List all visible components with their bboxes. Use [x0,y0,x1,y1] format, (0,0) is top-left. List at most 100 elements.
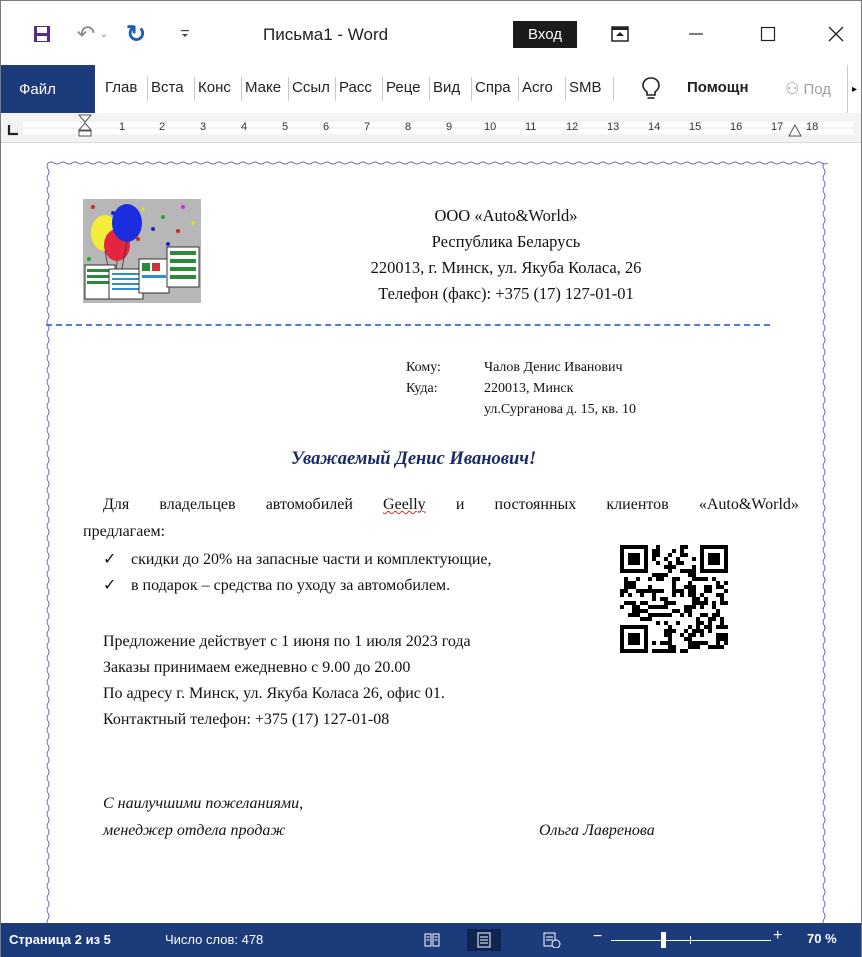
company-name: ООО «Auto&World» [434,206,578,225]
ruler-number: 1 [119,121,126,133]
intro-word: Для [103,496,130,513]
ribbon-tab-strip: Глав Вста Конс Маке Ссыл Расс Реце Вид С… [95,65,861,113]
save-icon[interactable] [31,19,53,49]
greeting-line: Уважаемый Денис Иванович! [291,449,537,469]
print-layout-icon[interactable] [467,929,501,951]
web-layout-icon[interactable] [535,929,569,951]
tab-insert[interactable]: Вста [151,79,191,96]
company-address: 220013, г. Минск, ул. Якуба Коласа, 26 [370,258,642,277]
recipient-city: 220013, Минск [484,381,574,396]
tab-references[interactable]: Ссыл [292,79,332,96]
right-indent-icon[interactable] [787,124,803,138]
zoom-out-button[interactable]: − [593,928,602,946]
tab-design[interactable]: Конс [198,79,238,96]
ruler-number: 17 [771,121,784,133]
ruler-number: 16 [730,121,743,133]
zoom-slider-thumb[interactable] [661,932,666,948]
ribbon-display-options-icon[interactable] [607,19,633,49]
tab-smb[interactable]: SMB [569,79,609,96]
tab-separator [471,77,472,101]
indent-marker-icon[interactable] [77,113,93,137]
tab-separator [147,77,148,101]
recipient-street: ул.Сурганова д. 15, кв. 10 [484,402,636,417]
zoom-in-button[interactable]: + [773,927,782,945]
maximize-icon[interactable] [753,19,783,49]
document-canvas[interactable]: ООО «Auto&World» Республика Беларусь 220… [1,143,861,923]
bullet-text: скидки до 20% на запасные части и компле… [131,551,492,568]
company-header: ООО «Auto&World» Республика Беларусь 220… [326,203,686,307]
intro-word: клиентов [606,496,669,513]
offer-period: Предложение действует с 1 июня по 1 июля… [103,633,471,650]
ruler-number: 5 [282,121,289,133]
tab-layout[interactable]: Маке [245,79,285,96]
tab-mailings[interactable]: Расс [339,79,379,96]
where-label: Куда: [406,381,438,396]
tab-home[interactable]: Глав [105,79,145,96]
tab-view[interactable]: Вид [433,79,469,96]
order-address: По адресу г. Минск, ул. Якуба Коласа 26,… [103,685,445,702]
minimize-icon[interactable] [681,19,711,49]
word-count[interactable]: Число слов: 478 [165,932,263,947]
undo-icon[interactable]: ↶ [75,19,97,49]
intro-word: и [455,496,465,513]
offer-bullet-2: ✓ в подарок – средства по уходу за автомо… [103,575,450,595]
offer-bullet-1: ✓ скидки до 20% на запасные части и компл… [103,549,492,569]
page-counter[interactable]: Страница 2 из 5 [9,932,111,947]
signin-button[interactable]: Вход [513,21,577,48]
intro-paragraph-line1: Для владельцев автомобилей Geelly и пост… [103,496,799,514]
ruler-number: 3 [200,121,207,133]
ruler-number: 7 [364,121,371,133]
customize-quick-access-icon[interactable] [177,19,193,49]
title-bar: ↶ ⌄ ↻ Письма1 - Word Вход [1,1,861,65]
tell-me-search[interactable]: Помощн [687,79,749,96]
ruler-number: 9 [446,121,453,133]
checkmark-icon: ✓ [103,551,117,568]
tab-file[interactable]: Файл [1,65,95,113]
intro-word: владельцев [159,496,236,513]
tab-acrobat[interactable]: Acro [522,79,562,96]
repeat-icon[interactable]: ↻ [125,19,147,49]
person-icon: ⚇ [785,81,800,98]
signer-position: менеджер отдела продаж [103,822,286,839]
undo-dropdown-icon[interactable]: ⌄ [97,19,111,49]
qr-code-image[interactable] [620,545,728,653]
document-page[interactable]: ООО «Auto&World» Республика Беларусь 220… [46,161,828,923]
share-button[interactable]: ⚇ Под [785,79,831,99]
company-logo-image[interactable] [83,199,201,303]
horizontal-ruler[interactable]: 1 2 3 4 5 6 7 8 9 10 11 12 13 14 15 16 1… [23,114,853,138]
zoom-slider-track[interactable] [611,940,771,941]
ruler-number: 12 [566,121,579,133]
intro-word: автомобилей [265,496,353,513]
checkmark-icon: ✓ [103,577,117,594]
ruler-number: 13 [607,121,620,133]
signer-name: Ольга Лавренова [539,822,655,839]
ruler-number: 14 [648,121,661,133]
ruler-number: 18 [806,121,819,133]
ruler-number: 2 [159,121,166,133]
zoom-level[interactable]: 70 % [807,931,837,946]
ruler-number: 10 [484,121,497,133]
company-phone: Телефон (факс): +375 (17) 127-01-01 [378,284,634,303]
close-icon[interactable] [821,19,851,49]
status-bar: Страница 2 из 5 Число слов: 478 − + 70 % [1,923,861,957]
closing-line: С наилучшими пожеланиями, [103,795,304,812]
tab-separator [241,77,242,101]
tab-stop-selector[interactable] [7,123,19,136]
recipient-name: Чалов Денис Иванович [484,360,623,375]
tab-help[interactable]: Спра [475,79,515,96]
intro-word: постоянных [494,496,577,513]
header-divider [46,324,770,326]
ruler-number: 8 [405,121,412,133]
company-country: Республика Беларусь [431,232,581,251]
document-title: Письма1 - Word [263,25,389,44]
read-mode-icon[interactable] [415,929,449,951]
intro-brand: Geelly [383,496,426,513]
lightbulb-icon[interactable] [641,76,661,102]
contact-phone: Контактный телефон: +375 (17) 127-01-08 [103,711,390,728]
tab-review[interactable]: Реце [386,79,426,96]
to-label: Кому: [406,360,441,375]
word-window: ↶ ⌄ ↻ Письма1 - Word Вход Файл Глав Вста… [0,0,862,957]
order-hours: Заказы принимаем ежедневно с 9.00 до 20.… [103,659,411,676]
tab-separator [335,77,336,101]
ribbon-scroll-right-icon[interactable]: ▸ [847,65,861,113]
